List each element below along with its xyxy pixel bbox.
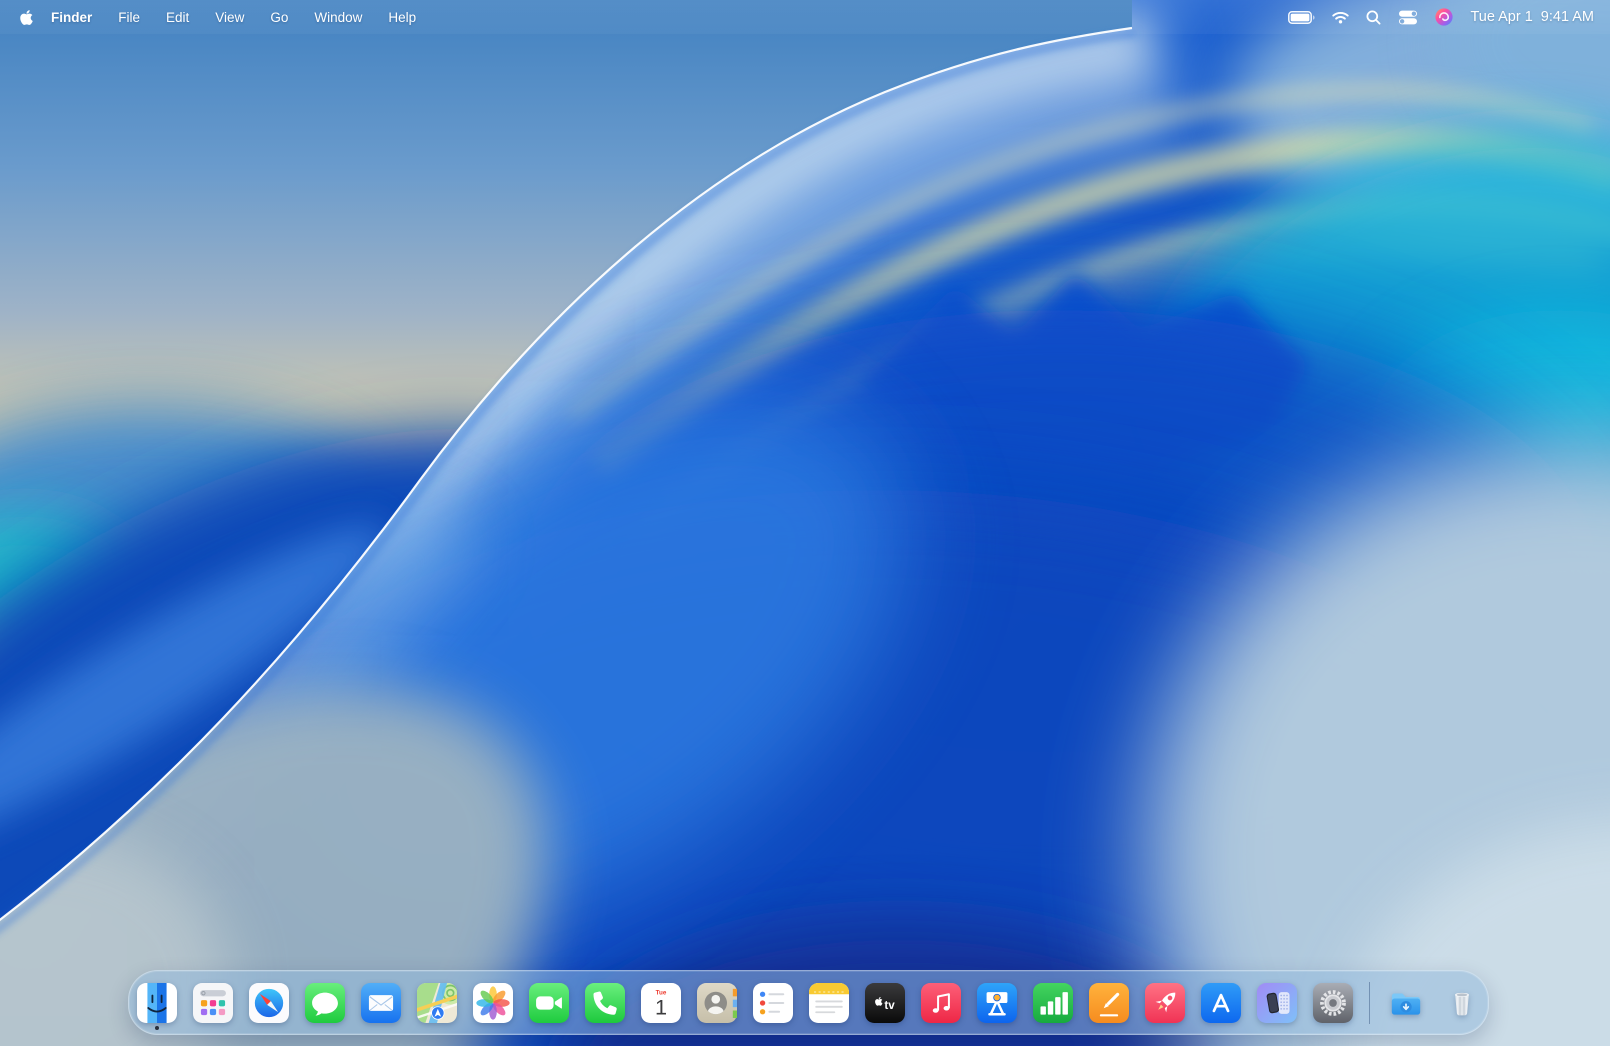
menus: File Edit View Go Window Help — [118, 10, 442, 25]
menu-bar-left: Finder File Edit View Go Window Help — [0, 9, 442, 26]
dock-item-contacts[interactable] — [697, 982, 737, 1023]
dock: Tue 1 tv — [128, 970, 1489, 1035]
dock-item-iphone-mirroring[interactable] — [1257, 982, 1297, 1023]
siri-icon[interactable] — [1435, 8, 1454, 26]
running-indicator — [155, 1025, 159, 1030]
desktop-wallpaper — [0, 0, 1610, 1046]
dock-item-keynote[interactable] — [977, 982, 1017, 1023]
clock-date: Tue Apr 1 — [1470, 9, 1533, 25]
svg-text:1: 1 — [655, 994, 667, 1019]
apple-menu[interactable] — [20, 9, 33, 26]
control-center-icon[interactable] — [1398, 10, 1418, 25]
dock-item-numbers[interactable] — [1033, 982, 1073, 1023]
dock-item-downloads[interactable] — [1386, 983, 1426, 1023]
dock-item-mail[interactable] — [361, 982, 401, 1023]
dock-item-phone[interactable] — [585, 982, 625, 1023]
wifi-icon[interactable] — [1332, 11, 1350, 24]
dock-item-music[interactable] — [921, 982, 961, 1023]
menu-app-name[interactable]: Finder — [51, 10, 92, 25]
desktop: Finder File Edit View Go Window Help Tue… — [0, 0, 1610, 1046]
svg-text:tv: tv — [884, 998, 895, 1011]
menu-file[interactable]: File — [118, 10, 140, 25]
menu-bar-clock[interactable]: Tue Apr 1 9:41 AM — [1470, 9, 1594, 25]
dock-item-finder[interactable] — [137, 982, 177, 1030]
menu-go[interactable]: Go — [270, 10, 288, 25]
menu-bar: Finder File Edit View Go Window Help Tue… — [0, 0, 1610, 34]
dock-item-messages[interactable] — [305, 982, 345, 1023]
apple-logo-icon — [20, 9, 33, 25]
dock-item-appstore[interactable] — [1201, 982, 1241, 1023]
dock-item-rocket[interactable] — [1145, 982, 1185, 1023]
menu-help[interactable]: Help — [388, 10, 416, 25]
menu-bar-status: Tue Apr 1 9:41 AM — [1288, 8, 1610, 26]
spotlight-icon[interactable] — [1366, 10, 1381, 25]
menu-edit[interactable]: Edit — [166, 10, 189, 25]
dock-item-trash[interactable] — [1442, 983, 1482, 1023]
dock-item-pages[interactable] — [1089, 982, 1129, 1023]
dock-divider — [1369, 981, 1370, 1024]
menu-window[interactable]: Window — [314, 10, 362, 25]
battery-icon[interactable] — [1288, 10, 1316, 24]
menu-view[interactable]: View — [215, 10, 244, 25]
dock-item-photos[interactable] — [473, 982, 513, 1023]
dock-item-facetime[interactable] — [529, 982, 569, 1023]
dock-item-apps-grid[interactable] — [193, 982, 233, 1023]
dock-item-calendar[interactable]: Tue 1 — [641, 982, 681, 1023]
dock-item-tv[interactable]: tv — [865, 982, 905, 1023]
clock-time: 9:41 AM — [1540, 9, 1594, 25]
dock-item-settings[interactable] — [1313, 982, 1353, 1023]
dock-item-maps[interactable] — [417, 982, 457, 1023]
dock-item-notes[interactable] — [809, 982, 849, 1023]
dock-item-safari[interactable] — [249, 982, 289, 1023]
dock-item-reminders[interactable] — [753, 982, 793, 1023]
